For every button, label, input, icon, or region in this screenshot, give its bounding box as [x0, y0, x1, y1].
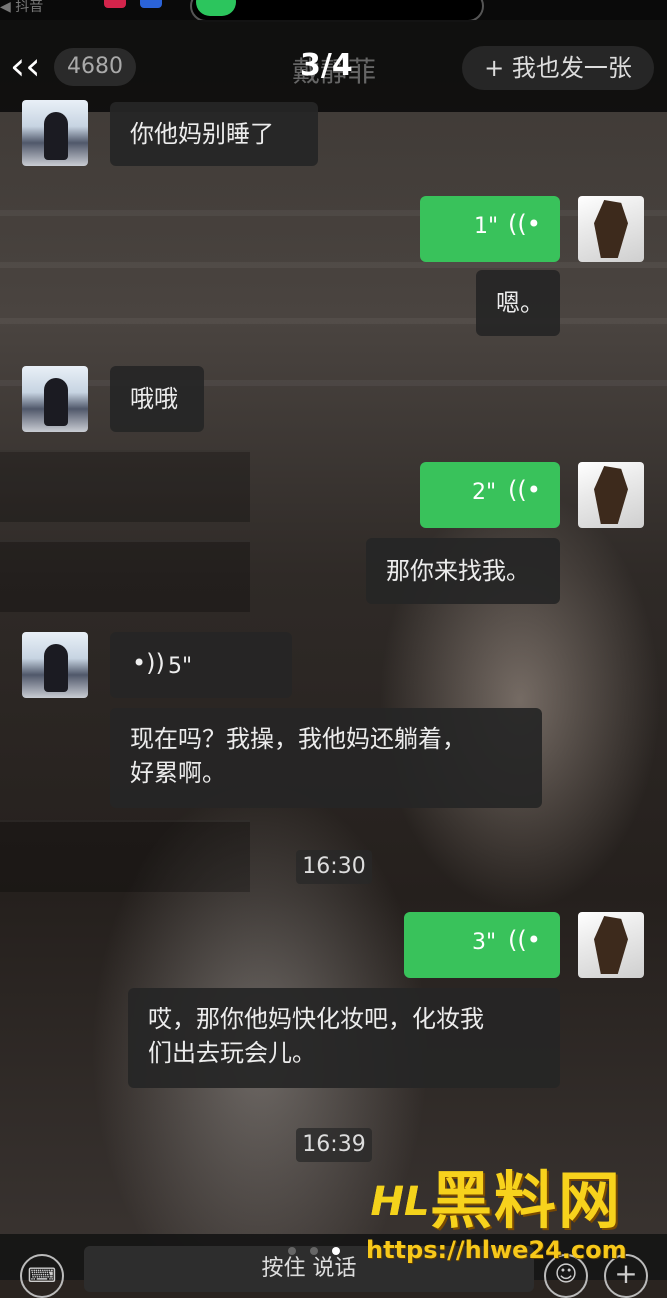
message-line: 好累啊。 [130, 759, 226, 787]
message-bubble[interactable]: 嗯。 [476, 270, 560, 336]
message-line: 现在吗？我操，我他妈还躺着， [130, 725, 466, 753]
page-indicator: 3/4 [300, 48, 353, 83]
unread-count-badge[interactable]: 4680 [54, 48, 136, 86]
voice-wave-icon: ((• [508, 210, 541, 238]
background-photo [0, 0, 667, 1280]
message-bubble[interactable]: 你他妈别睡了 [110, 102, 318, 166]
voice-message[interactable]: 1" ((• [420, 196, 560, 262]
voice-message[interactable]: •)) 5" [110, 632, 292, 698]
post-photo-button[interactable]: + 我也发一张 [462, 46, 654, 90]
message-line: 们出去玩会儿。 [148, 1039, 316, 1067]
voice-duration: 1" [474, 214, 499, 239]
status-app-icon [140, 0, 162, 8]
status-app-icon [104, 0, 126, 8]
timestamp: 16:30 [296, 850, 372, 884]
avatar[interactable] [578, 462, 644, 528]
message-bubble[interactable]: 那你来找我。 [366, 538, 560, 604]
pager-dot-active[interactable] [332, 1247, 340, 1255]
pager-dots [288, 1240, 354, 1259]
avatar[interactable] [578, 196, 644, 262]
status-app-label: ◀ 抖音 [0, 0, 44, 15]
pager-dot[interactable] [288, 1247, 296, 1255]
avatar[interactable] [22, 632, 88, 698]
status-bar: ◀ 抖音 [0, 0, 667, 22]
back-icon[interactable]: ‹‹ [10, 46, 40, 86]
voice-wave-icon: •)) [132, 649, 165, 677]
keyboard-icon[interactable]: ⌨ [20, 1254, 64, 1298]
avatar[interactable] [22, 100, 88, 166]
message-bubble[interactable]: 哦哦 [110, 366, 204, 432]
message-bubble[interactable]: 哎，那你他妈快化妆吧，化妆我 们出去玩会儿。 [128, 988, 560, 1088]
voice-message[interactable]: 3" ((• [404, 912, 560, 978]
timestamp: 16:39 [296, 1128, 372, 1162]
chat-header: ‹‹ 4680 戴靜菲 3/4 + 我也发一张 [0, 20, 667, 112]
avatar[interactable] [22, 366, 88, 432]
avatar[interactable] [578, 912, 644, 978]
voice-duration: 3" [472, 930, 497, 955]
voice-wave-icon: ((• [508, 476, 541, 504]
message-bubble[interactable]: 现在吗？我操，我他妈还躺着， 好累啊。 [110, 708, 542, 808]
voice-message[interactable]: 2" ((• [420, 462, 560, 528]
message-line: 哎，那你他妈快化妆吧，化妆我 [148, 1005, 484, 1033]
watermark-title: 黑料网 [430, 1164, 623, 1237]
pager-dot[interactable] [310, 1247, 318, 1255]
watermark-url: https://hlwe24.com [366, 1236, 627, 1264]
voice-duration: 5" [168, 654, 193, 679]
watermark-logo: HL [366, 1172, 434, 1232]
voice-duration: 2" [472, 480, 497, 505]
voice-wave-icon: ((• [508, 926, 541, 954]
